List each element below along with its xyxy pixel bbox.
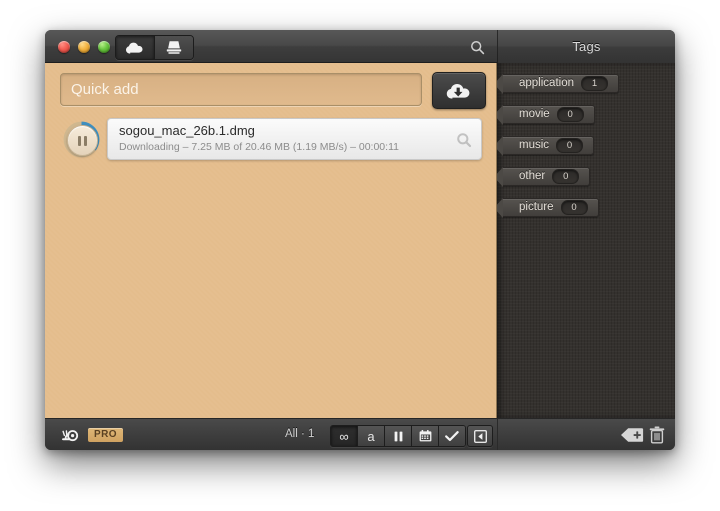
reveal-button[interactable] (456, 132, 472, 148)
downloads-list-area: sogou_mac_26b.1.dmg Downloading – 7.25 M… (45, 63, 497, 418)
view-switch (115, 35, 194, 60)
tags-panel-title: Tags (572, 39, 601, 54)
screen: Tags Quick add sogou_mac_26b.1.dmg Downl… (0, 0, 720, 511)
search-button[interactable] (465, 36, 489, 58)
tag-item-picture[interactable]: picture 0 (497, 197, 599, 229)
add-tag-icon (621, 428, 644, 442)
pause-download-button[interactable] (67, 125, 98, 156)
tag-count: 0 (556, 106, 584, 122)
tag-label: picture (519, 201, 554, 213)
download-status: Downloading – 7.25 MB of 20.46 MB (1.19 … (119, 141, 399, 153)
filter-scheduled-button[interactable] (412, 426, 439, 446)
download-progress-control[interactable] (63, 121, 100, 158)
cloud-download-icon (446, 83, 470, 99)
tags-panel: application 1 movie 0 music 0 other 0 pi… (497, 63, 675, 418)
infinity-icon: ∞ (339, 428, 349, 444)
tray-inbox-icon (166, 41, 182, 54)
tag-label: application (519, 77, 574, 89)
tag-label: movie (519, 108, 550, 120)
download-row[interactable]: sogou_mac_26b.1.dmg Downloading – 7.25 M… (45, 115, 496, 163)
filter-count-label: All · 1 (285, 428, 315, 440)
delete-button[interactable] (649, 426, 665, 444)
snail-icon (62, 430, 79, 442)
tag-item-application[interactable]: application 1 (497, 73, 619, 105)
toggle-sidebar-button[interactable] (467, 425, 493, 447)
pro-badge[interactable]: PRO (88, 428, 123, 442)
download-filename: sogou_mac_26b.1.dmg (119, 123, 255, 138)
tag-count: 0 (552, 168, 580, 184)
app-window: Tags Quick add sogou_mac_26b.1.dmg Downl… (45, 30, 675, 450)
cloud-download-icon (126, 42, 143, 54)
tag-item-movie[interactable]: movie 0 (497, 104, 595, 136)
downloads-view-button[interactable] (116, 36, 154, 59)
add-tag-button[interactable] (620, 427, 644, 443)
filter-all-button[interactable]: ∞ (331, 426, 358, 446)
quick-add-row (45, 63, 496, 115)
search-icon (470, 40, 484, 54)
search-icon (457, 133, 472, 148)
panel-collapse-icon (473, 429, 487, 443)
traffic-lights (58, 41, 120, 54)
pause-icon (394, 431, 402, 441)
zoom-button[interactable] (98, 41, 110, 53)
tag-label: music (519, 139, 550, 151)
filter-paused-button[interactable] (385, 426, 412, 446)
close-button[interactable] (58, 41, 70, 53)
speed-limit-button[interactable] (61, 426, 81, 443)
filter-completed-button[interactable] (439, 426, 465, 446)
trash-icon (649, 426, 665, 444)
bottom-bar: PRO All · 1 ∞ a (45, 418, 675, 450)
filter-segmented-control: ∞ a (330, 425, 466, 447)
filter-active-button[interactable]: a (358, 426, 385, 446)
quick-add-field[interactable] (60, 73, 422, 106)
quick-add-input[interactable] (61, 74, 421, 105)
bottom-bar-divider (497, 419, 498, 450)
titlebar: Tags (45, 30, 675, 63)
tag-item-other[interactable]: other 0 (497, 166, 591, 198)
download-info-card[interactable]: sogou_mac_26b.1.dmg Downloading – 7.25 M… (107, 118, 482, 160)
tag-count: 0 (560, 199, 588, 215)
completed-view-button[interactable] (155, 36, 193, 59)
tag-label: other (519, 170, 546, 182)
minimize-button[interactable] (78, 41, 90, 53)
letter-a-icon: a (367, 428, 375, 444)
start-download-button[interactable] (432, 72, 486, 109)
tag-item-music[interactable]: music 0 (497, 135, 595, 167)
tag-count: 0 (556, 137, 584, 153)
tag-count: 1 (580, 75, 608, 91)
checkmark-icon (445, 430, 459, 441)
calendar-icon (419, 430, 431, 442)
pause-icon (78, 135, 87, 146)
